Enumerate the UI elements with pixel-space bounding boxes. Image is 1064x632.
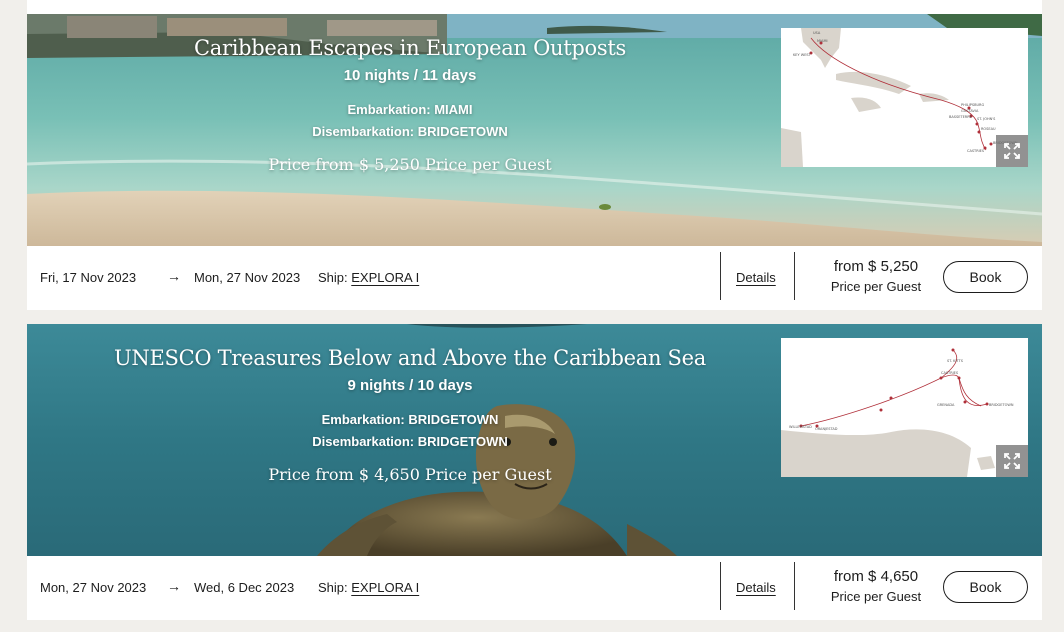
cruise-duration: 9 nights / 10 days: [347, 377, 473, 394]
departure-date: Mon, 27 Nov 2023: [40, 580, 147, 595]
ship-info: Ship: EXPLORA I: [318, 580, 419, 595]
cruise-card: Caribbean Escapes in European Outposts 1…: [27, 14, 1042, 310]
map-label: ROSEAU: [981, 127, 996, 131]
price-from: from $ 4,650: [833, 568, 919, 585]
disembarkation-port: Disembarkation: BRIDGETOWN: [312, 434, 508, 449]
map-label: WILLEMSTAD: [789, 425, 812, 429]
route-map[interactable]: ST. KITTS CASTRIES GRENADA BRIDGETOWN WI…: [781, 338, 1028, 477]
expand-icon: [1004, 453, 1020, 469]
departure-date: Fri, 17 Nov 2023: [40, 270, 137, 285]
expand-map-button[interactable]: [996, 135, 1028, 167]
divider: [794, 252, 795, 300]
price-per-guest: Price per Guest: [830, 279, 922, 294]
details-link[interactable]: Details: [736, 580, 776, 595]
price-per-guest: Price per Guest: [830, 589, 922, 604]
divider: [720, 252, 721, 300]
route-map[interactable]: USA MIAMI KEY WEST PHILIPSBURG GUSTAVIA …: [781, 28, 1028, 167]
book-button[interactable]: Book: [943, 261, 1028, 293]
cruise-summary-bar: Fri, 17 Nov 2023 → Mon, 27 Nov 2023 Ship…: [27, 246, 1042, 310]
arrow-right-icon: →: [167, 268, 181, 284]
cruise-hero-image: UNESCO Treasures Below and Above the Car…: [27, 324, 1042, 556]
map-label: BASSETERRE: [949, 115, 972, 119]
divider: [794, 562, 795, 610]
route-map-graphic: USA MIAMI KEY WEST PHILIPSBURG GUSTAVIA …: [781, 28, 1028, 167]
route-map-graphic: ST. KITTS CASTRIES GRENADA BRIDGETOWN WI…: [781, 338, 1028, 477]
map-label: GRENADA: [937, 403, 955, 407]
cruise-duration: 10 nights / 11 days: [343, 67, 477, 84]
map-label: PHILIPSBURG: [961, 103, 984, 107]
embarkation-port: Embarkation: MIAMI: [347, 102, 473, 117]
price-summary: from $ 4,650 Price per Guest: [817, 568, 935, 604]
map-label: BRIDGETOWN: [989, 403, 1014, 407]
hero-price: Price from $ 5,250 Price per Guest: [268, 155, 552, 174]
map-label: ST. KITTS: [947, 359, 964, 363]
map-label: MIAMI: [817, 39, 828, 43]
ship-info: Ship: EXPLORA I: [318, 270, 419, 285]
ship-name-link[interactable]: EXPLORA I: [351, 580, 419, 595]
expand-icon: [1004, 143, 1020, 159]
ship-label: Ship:: [318, 580, 348, 595]
ship-label: Ship:: [318, 270, 348, 285]
hero-price: Price from $ 4,650 Price per Guest: [268, 465, 552, 484]
disembarkation-port: Disembarkation: BRIDGETOWN: [312, 124, 508, 139]
expand-map-button[interactable]: [996, 445, 1028, 477]
return-date: Wed, 6 Dec 2023: [194, 580, 295, 595]
map-label: CASTRIES: [967, 149, 985, 153]
map-label: ST. JOHN'S: [977, 117, 996, 121]
book-button[interactable]: Book: [943, 571, 1028, 603]
map-label: CASTRIES: [941, 371, 959, 375]
cruise-title: UNESCO Treasures Below and Above the Car…: [114, 346, 706, 370]
ship-name-link[interactable]: EXPLORA I: [351, 270, 419, 285]
embarkation-port: Embarkation: BRIDGETOWN: [321, 412, 499, 427]
cruise-title: Caribbean Escapes in European Outposts: [194, 36, 626, 60]
map-label: KEY WEST: [793, 53, 812, 57]
cruise-summary-bar: Mon, 27 Nov 2023 → Wed, 6 Dec 2023 Ship:…: [27, 556, 1042, 620]
arrow-right-icon: →: [167, 578, 181, 594]
return-date: Mon, 27 Nov 2023: [194, 270, 301, 285]
map-label: GUSTAVIA: [961, 109, 979, 113]
previous-card-edge: [27, 0, 1042, 14]
cruise-hero-image: Caribbean Escapes in European Outposts 1…: [27, 14, 1042, 246]
divider: [720, 562, 721, 610]
price-from: from $ 5,250: [833, 258, 919, 275]
map-label: ORANJESTAD: [815, 427, 838, 431]
price-summary: from $ 5,250 Price per Guest: [817, 258, 935, 294]
details-link[interactable]: Details: [736, 270, 776, 285]
map-label: USA: [813, 31, 821, 35]
cruise-card: UNESCO Treasures Below and Above the Car…: [27, 324, 1042, 620]
